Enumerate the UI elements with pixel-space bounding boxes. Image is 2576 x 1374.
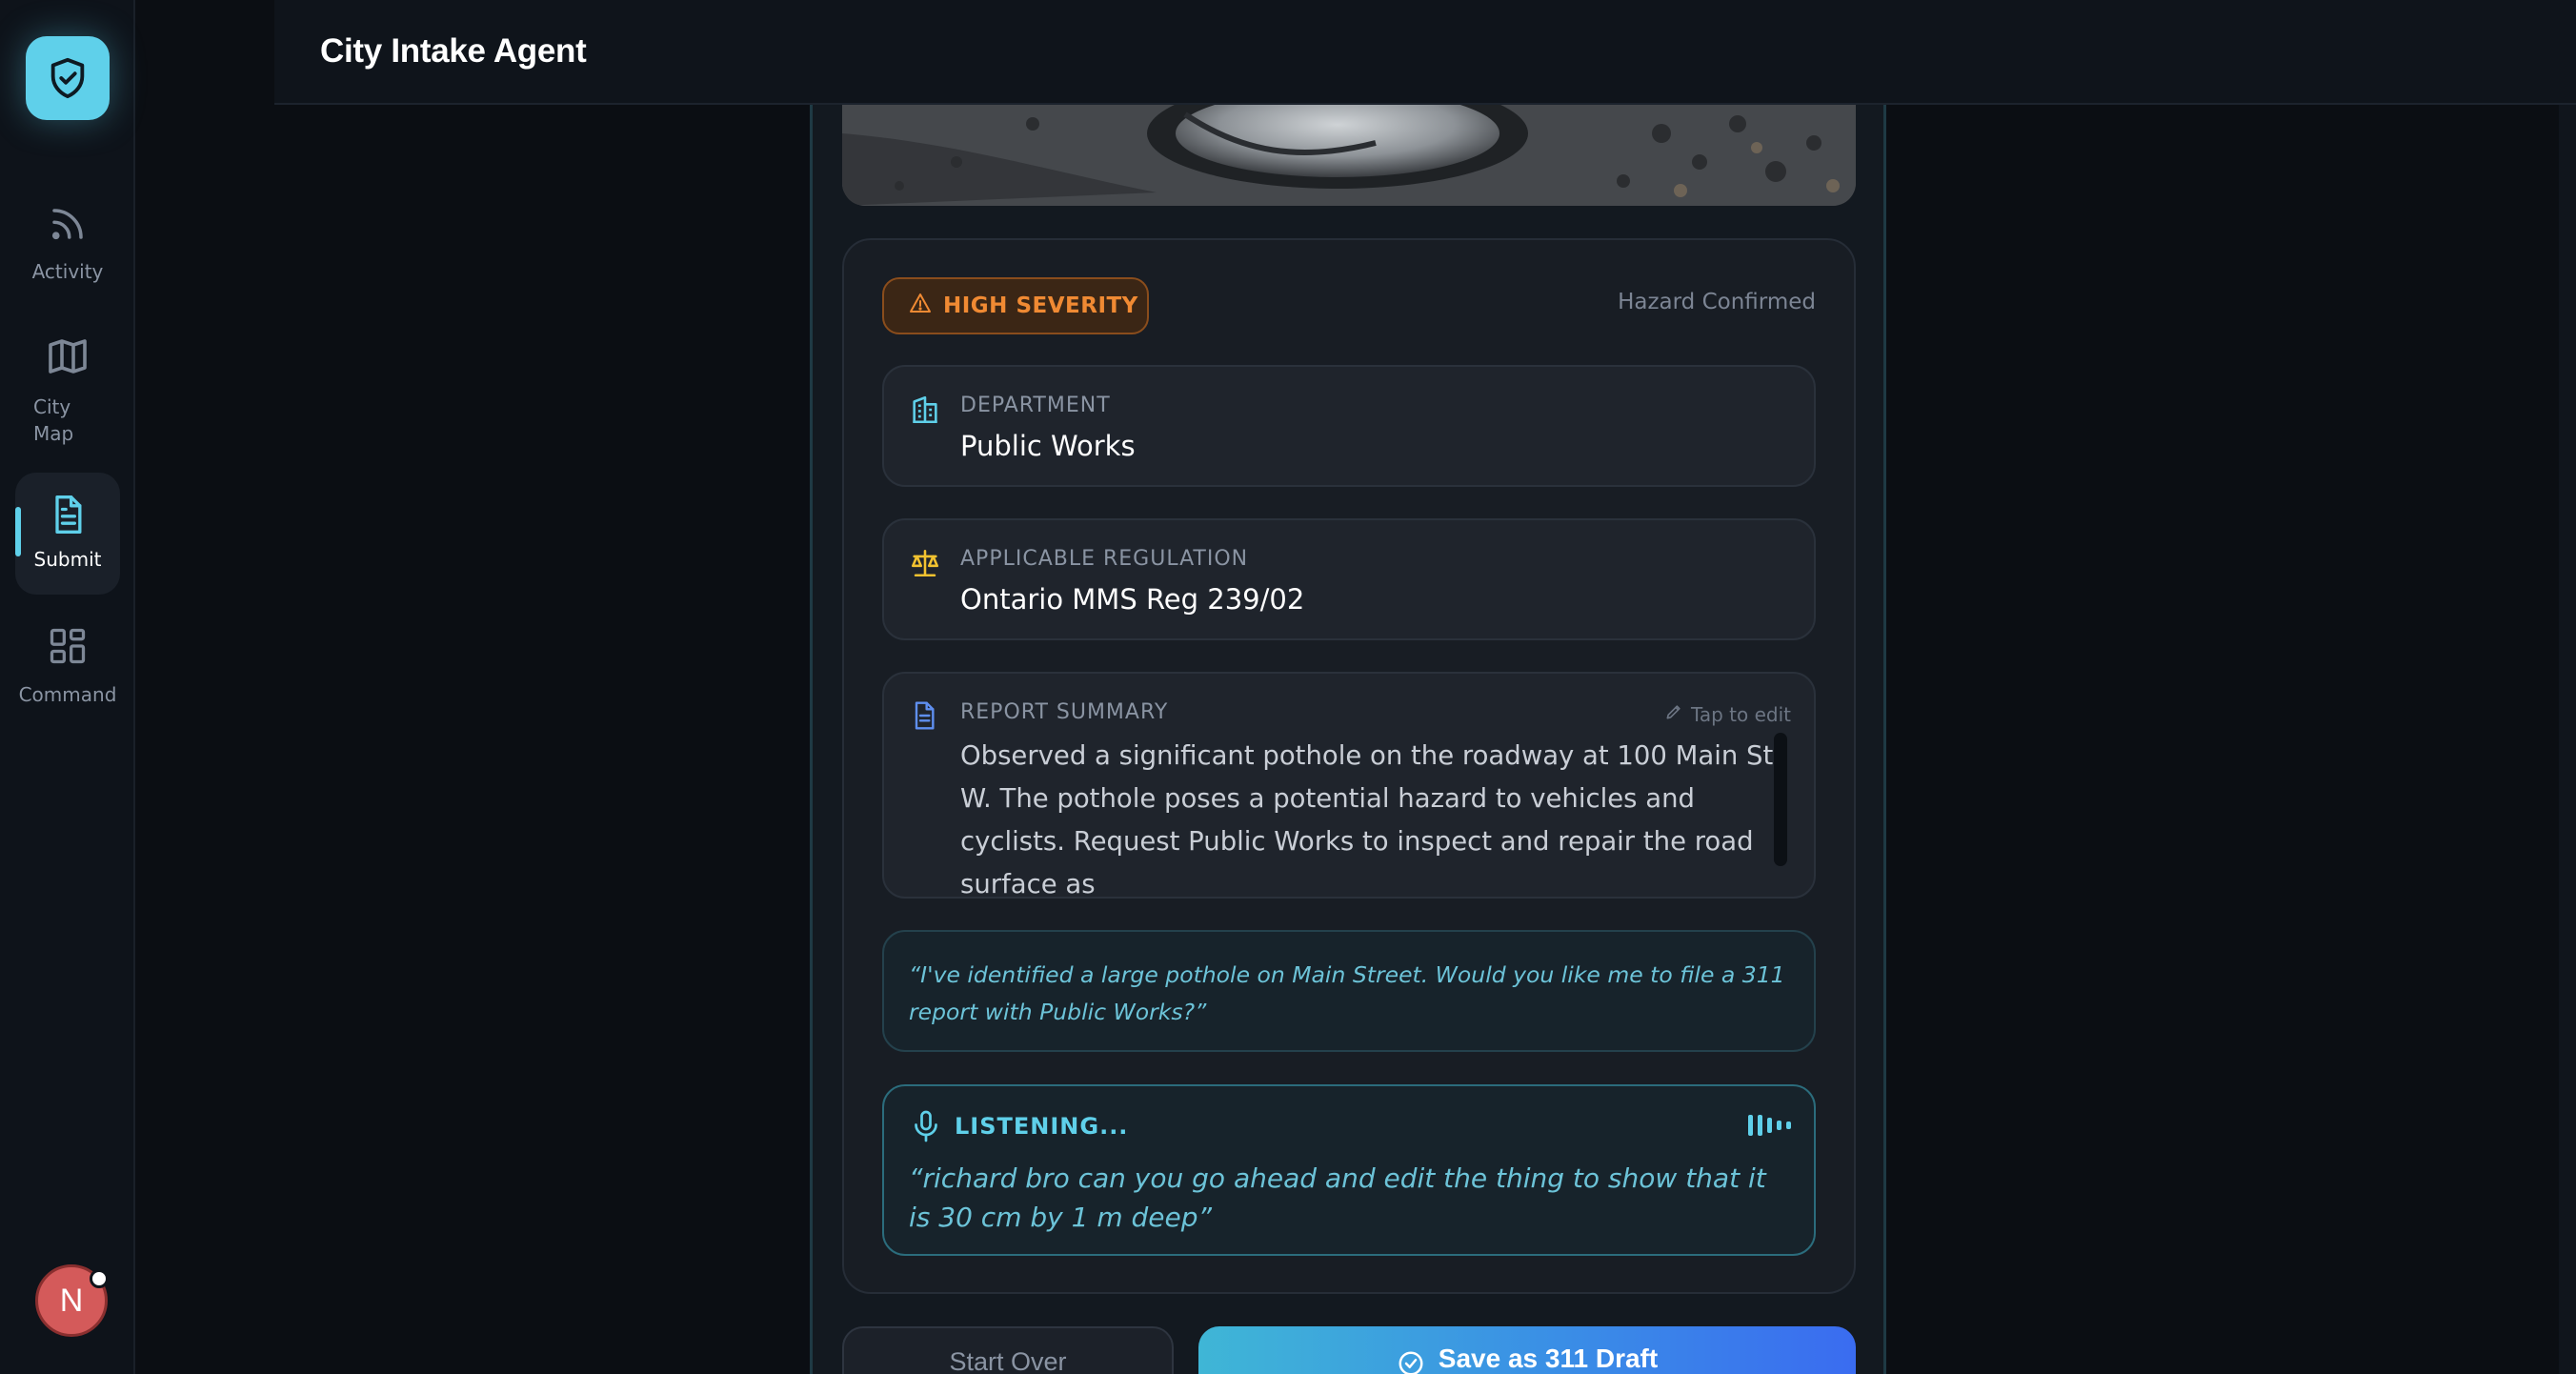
- summary-text[interactable]: Observed a significant pothole on the ro…: [960, 735, 1780, 906]
- sidebar-item-activity[interactable]: Activity: [15, 204, 120, 285]
- shield-logo-icon[interactable]: [26, 36, 110, 120]
- app: Activity City Map Submit Command N City …: [0, 0, 2576, 1374]
- warning-icon: [909, 292, 932, 320]
- sidebar-item-label: Command: [18, 683, 117, 706]
- save-draft-label: Save as 311 Draft: [1438, 1344, 1659, 1373]
- right-panel-edge: [2559, 105, 2576, 1374]
- map-icon: [45, 333, 91, 384]
- agent-message: “I've identified a large pothole on Main…: [882, 930, 1816, 1052]
- document-icon: [47, 494, 89, 540]
- active-indicator: [15, 507, 21, 556]
- sidebar-item-label: City Map: [33, 395, 74, 445]
- tap-to-edit[interactable]: Tap to edit: [1664, 702, 1791, 726]
- top-header: City Intake Agent: [274, 0, 2576, 105]
- severity-badge: HIGH SEVERITY: [882, 277, 1149, 334]
- tap-to-edit-label: Tap to edit: [1690, 702, 1791, 726]
- start-over-button[interactable]: Start Over: [842, 1326, 1174, 1374]
- save-draft-button[interactable]: Save as 311 Draft: [1198, 1326, 1856, 1374]
- start-over-label: Start Over: [949, 1347, 1067, 1374]
- sidebar-item-label: Submit: [33, 548, 102, 571]
- check-circle-icon: [1397, 1349, 1425, 1374]
- regulation-value: Ontario MMS Reg 239/02: [960, 583, 1305, 616]
- regulation-label: APPLICABLE REGULATION: [960, 547, 1249, 571]
- document-icon: [909, 700, 939, 735]
- audio-waveform-icon: [1748, 1115, 1791, 1136]
- severity-label: HIGH SEVERITY: [943, 293, 1138, 318]
- sidebar-item-city-map[interactable]: City Map: [15, 333, 120, 447]
- listening-panel: LISTENING... “richard bro can you go ahe…: [882, 1084, 1816, 1256]
- regulation-field: APPLICABLE REGULATION Ontario MMS Reg 23…: [882, 518, 1816, 640]
- department-value: Public Works: [960, 430, 1136, 462]
- pothole-photo: [842, 105, 1856, 206]
- sidebar-item-label: Activity: [31, 260, 104, 283]
- hazard-status: Hazard Confirmed: [1618, 290, 1816, 314]
- grid-icon: [47, 625, 89, 672]
- department-field: DEPARTMENT Public Works: [882, 365, 1816, 487]
- rss-icon: [48, 204, 88, 249]
- scale-icon: [909, 547, 941, 583]
- summary-label: REPORT SUMMARY: [960, 700, 1169, 724]
- sidebar-item-submit[interactable]: Submit: [15, 473, 120, 595]
- sidebar: Activity City Map Submit Command N: [0, 0, 135, 1374]
- avatar-initial: N: [59, 1282, 84, 1319]
- sidebar-item-command[interactable]: Command: [15, 625, 120, 708]
- pencil-icon: [1664, 702, 1683, 726]
- voice-transcript: “richard bro can you go ahead and edit t…: [909, 1162, 1766, 1233]
- building-icon: [909, 394, 941, 430]
- listening-label: LISTENING...: [955, 1113, 1129, 1140]
- summary-scrollbar[interactable]: [1774, 733, 1787, 866]
- page-title: City Intake Agent: [320, 32, 587, 70]
- department-label: DEPARTMENT: [960, 394, 1111, 417]
- summary-field[interactable]: REPORT SUMMARY Tap to edit Observed a si…: [882, 672, 1816, 899]
- online-status-dot: [90, 1269, 109, 1288]
- microphone-icon: [909, 1109, 943, 1147]
